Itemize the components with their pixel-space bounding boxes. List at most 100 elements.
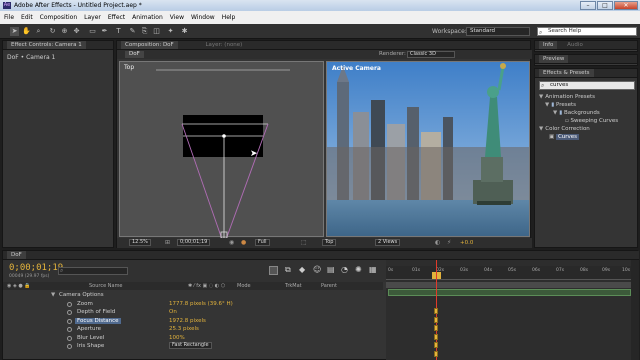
stopwatch-icon[interactable] <box>67 335 72 341</box>
minimize-button[interactable]: – <box>580 1 596 10</box>
tab-info[interactable]: Info <box>539 41 558 49</box>
roto-brush-tool-icon[interactable]: ✦ <box>166 27 175 36</box>
expand-triangle-icon[interactable]: ▼ <box>539 94 543 100</box>
layer-duration-bar[interactable] <box>388 289 631 296</box>
keyframe-marker[interactable] <box>434 317 438 323</box>
menu-edit[interactable]: Edit <box>21 14 33 21</box>
expand-triangle-icon[interactable]: ▼ <box>553 110 557 116</box>
timeline-timecode[interactable]: 0;00;01;19 <box>9 263 63 273</box>
keyframe-marker[interactable] <box>434 334 438 340</box>
timeline-graph-area[interactable]: 0s 01s 02s 03s 04s 05s 06s 07s 08s 09s 1… <box>386 260 639 360</box>
stopwatch-icon[interactable] <box>67 327 72 332</box>
property-value[interactable]: On <box>169 309 177 315</box>
zoom-select[interactable]: 12.5% <box>129 239 151 246</box>
resolution-select[interactable]: Full <box>255 239 270 246</box>
stopwatch-icon[interactable] <box>67 318 72 324</box>
maximize-button[interactable]: □ <box>597 1 613 10</box>
stopwatch-icon[interactable] <box>67 344 72 349</box>
fast-previews-icon[interactable]: ⚡ <box>447 239 451 246</box>
tab-audio[interactable]: Audio <box>567 42 583 48</box>
selection-tool-icon[interactable]: ➤ <box>10 27 19 36</box>
menu-layer[interactable]: Layer <box>84 14 101 21</box>
hand-tool-icon[interactable]: ✋ <box>22 27 31 36</box>
tree-item-presets[interactable]: ▼ ▮ Presets <box>545 102 576 108</box>
property-row-aperture[interactable]: Aperture 25.3 pixels <box>3 325 383 334</box>
col-parent[interactable]: Parent <box>321 283 337 289</box>
menu-composition[interactable]: Composition <box>40 14 77 21</box>
rotation-tool-icon[interactable]: ↻ <box>48 27 57 36</box>
region-of-interest-icon[interactable]: ⬚ <box>301 239 307 246</box>
tree-item-backgrounds[interactable]: ▼ ▮ Backgrounds <box>553 110 600 116</box>
exposure-value[interactable]: +0.0 <box>460 240 473 246</box>
expand-triangle-icon[interactable]: ▼ <box>51 292 55 298</box>
grid-icon[interactable]: ⊞ <box>165 239 170 246</box>
keyframe-marker[interactable] <box>434 342 438 348</box>
orbit-camera-tool-icon[interactable]: ⊕ <box>60 27 69 36</box>
view-layout-select[interactable]: 2 Views <box>375 239 401 246</box>
current-time-display[interactable]: 0;00;01;19 <box>177 239 211 246</box>
tree-item-curves[interactable]: ▣ Curves <box>549 134 580 140</box>
tab-composition[interactable]: Composition: DoF <box>121 41 178 49</box>
pen-tool-icon[interactable]: ✒ <box>100 27 109 36</box>
zoom-tool-icon[interactable]: ⌕ <box>34 27 43 36</box>
comp-mini-flowchart-icon[interactable] <box>269 266 278 275</box>
stopwatch-icon[interactable] <box>67 301 72 307</box>
tab-preview[interactable]: Preview <box>539 55 569 63</box>
motion-blur-icon[interactable]: ◔ <box>341 265 348 274</box>
color-channel-icon[interactable]: ● <box>241 239 246 246</box>
tab-layer[interactable]: Layer: (none) <box>205 42 242 48</box>
3d-view-select[interactable]: Top <box>322 239 337 246</box>
tab-effect-controls[interactable]: Effect Controls: Camera 1 <box>7 41 86 49</box>
tree-item-sweeping-curves[interactable]: ▫ Sweeping Curves <box>565 118 618 124</box>
workspace-select[interactable]: Standard <box>466 27 530 36</box>
menu-effect[interactable]: Effect <box>108 14 125 21</box>
rectangle-tool-icon[interactable]: ▭ <box>88 27 97 36</box>
renderer-select[interactable]: Classic 3D <box>407 51 455 58</box>
tab-timeline-dof[interactable]: DoF <box>7 251 26 259</box>
brainstorm-icon[interactable]: ✺ <box>355 265 362 274</box>
col-mode[interactable]: Mode <box>237 283 251 289</box>
iris-shape-select[interactable]: Fast Rectangle <box>169 342 212 349</box>
timeline-search-input[interactable] <box>58 267 128 275</box>
keyframe-marker[interactable] <box>434 308 438 314</box>
tab-effects-presets[interactable]: Effects & Presets <box>539 69 594 77</box>
timeline-scrollbar[interactable] <box>631 260 639 360</box>
property-row-focus-distance[interactable]: Focus Distance 1972.8 pixels <box>3 317 383 326</box>
menu-view[interactable]: View <box>170 14 184 21</box>
type-tool-icon[interactable]: T <box>114 27 123 36</box>
property-row-zoom[interactable]: Zoom 1777.8 pixels (39.6° H) <box>3 300 383 309</box>
property-value[interactable]: 25.3 pixels <box>169 326 199 332</box>
col-trkmat[interactable]: TrkMat <box>285 283 302 289</box>
search-help-input[interactable]: Search Help <box>537 27 637 36</box>
graph-editor-icon[interactable]: ▦ <box>369 265 377 274</box>
tree-item-animation-presets[interactable]: ▼ Animation Presets <box>539 94 595 100</box>
frame-blending-icon[interactable]: ▤ <box>327 265 335 274</box>
property-row-depth-of-field[interactable]: Depth of Field On <box>3 308 383 317</box>
clone-stamp-tool-icon[interactable]: ⎘ <box>140 27 149 36</box>
close-button[interactable]: ✕ <box>614 1 638 10</box>
stopwatch-icon[interactable] <box>67 310 72 315</box>
keyframe-marker[interactable] <box>434 325 438 331</box>
keyframe-marker[interactable] <box>434 351 438 357</box>
property-row-iris-shape[interactable]: Iris Shape Fast Rectangle <box>3 342 383 351</box>
pan-behind-tool-icon[interactable]: ✥ <box>72 27 81 36</box>
shy-layers-icon[interactable]: ☺ <box>313 265 321 274</box>
expand-triangle-icon[interactable]: ▼ <box>539 126 543 132</box>
eraser-tool-icon[interactable]: ◫ <box>152 27 161 36</box>
property-row-blur-level[interactable]: Blur Level 100% <box>3 334 383 343</box>
menu-file[interactable]: File <box>4 14 14 21</box>
property-value[interactable]: 1972.8 pixels <box>169 318 206 324</box>
active-camera-viewport[interactable]: Active Camera <box>326 61 530 237</box>
toggle-pixel-aspect-icon[interactable]: ◐ <box>435 239 440 246</box>
menu-help[interactable]: Help <box>222 14 236 21</box>
property-value[interactable]: 1777.8 pixels (39.6° H) <box>169 301 233 307</box>
menu-animation[interactable]: Animation <box>132 14 163 21</box>
snapshot-icon[interactable]: ◉ <box>229 239 234 246</box>
puppet-tool-icon[interactable]: ✱ <box>180 27 189 36</box>
tree-item-color-correction[interactable]: ▼ Color Correction <box>539 126 590 132</box>
brush-tool-icon[interactable]: ✎ <box>128 27 137 36</box>
top-view-viewport[interactable]: Top ➤ <box>119 61 324 238</box>
live-update-icon[interactable]: ⧉ <box>285 265 291 275</box>
comp-navigator-tab[interactable]: DoF <box>125 51 144 58</box>
col-source-name[interactable]: Source Name <box>89 283 123 289</box>
